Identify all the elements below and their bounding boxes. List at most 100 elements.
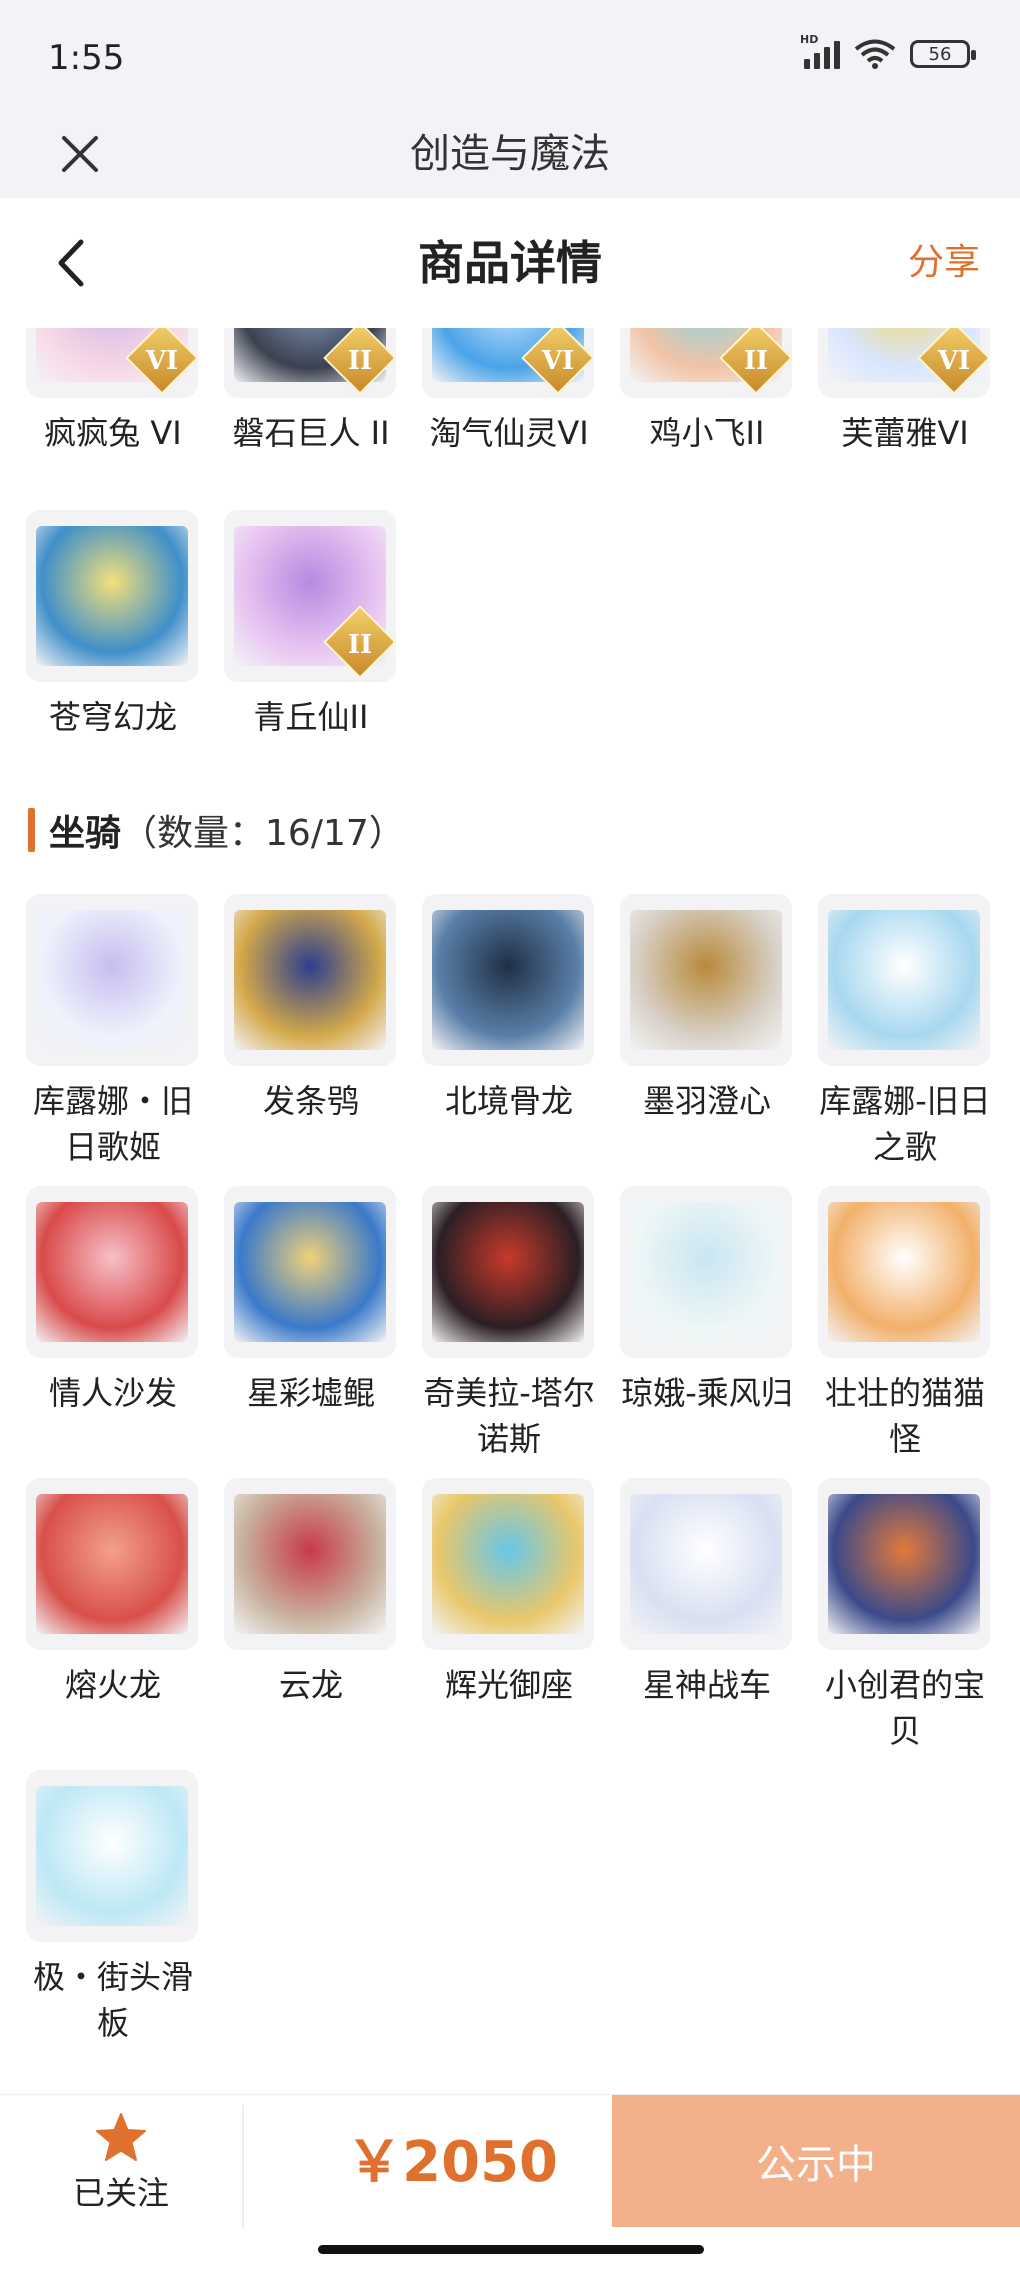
street-skateboard-mount-icon bbox=[26, 1770, 198, 1942]
public-notice-button[interactable]: 公示中 bbox=[612, 2095, 1020, 2227]
kuluna-singer-mount-icon bbox=[26, 894, 198, 1066]
item-artwork bbox=[432, 910, 584, 1050]
item-label: 青丘仙II bbox=[253, 698, 369, 736]
status-time: 1:55 bbox=[48, 38, 125, 78]
item-label: 疯疯兔 VI bbox=[44, 414, 182, 452]
mount-item[interactable]: 星彩墟鲲 bbox=[224, 1186, 398, 1416]
item-label: 磐石巨人 II bbox=[232, 414, 390, 452]
mount-item[interactable]: 情人沙发 bbox=[26, 1186, 200, 1416]
star-chariot-mount-icon bbox=[620, 1478, 792, 1650]
item-artwork bbox=[234, 1202, 386, 1342]
chimera-mount-icon bbox=[422, 1186, 594, 1358]
mount-item[interactable]: 库露娜・旧日歌姬 bbox=[26, 894, 200, 1170]
item-label: 北境骨龙 bbox=[444, 1082, 573, 1120]
rank-badge-label: VI bbox=[145, 345, 179, 376]
rank-badge-label: II bbox=[347, 345, 373, 376]
mount-item[interactable]: 极・街头滑板 bbox=[26, 1770, 200, 2046]
mount-item[interactable]: 发条鸮 bbox=[224, 894, 398, 1124]
blue-spirit-pet-icon: VI bbox=[422, 328, 594, 398]
clockwork-owl-mount-icon bbox=[224, 894, 396, 1066]
item-label: 星彩墟鲲 bbox=[246, 1374, 375, 1412]
pink-rabbit-pet-icon: VI bbox=[26, 328, 198, 398]
mount-item[interactable]: 墨羽澄心 bbox=[620, 894, 794, 1124]
status-icons: HD 56 bbox=[800, 33, 976, 70]
pet-item[interactable]: VI 疯疯兔 VI bbox=[26, 328, 200, 456]
pet-item[interactable]: II 鸡小飞II bbox=[620, 328, 794, 456]
ink-feather-mount-icon bbox=[620, 894, 792, 1066]
pet-item[interactable]: VI 芙蕾雅VI bbox=[818, 328, 992, 456]
item-label: 墨羽澄心 bbox=[642, 1082, 771, 1120]
mount-item[interactable]: 库露娜-旧日之歌 bbox=[818, 894, 992, 1170]
page-header: 商品详情 分享 bbox=[0, 198, 1020, 328]
mount-item[interactable]: 辉光御座 bbox=[422, 1478, 596, 1708]
item-artwork bbox=[828, 1494, 980, 1634]
mount-item[interactable]: 琼娥-乘风归 bbox=[620, 1186, 794, 1416]
wifi-icon bbox=[854, 39, 896, 69]
mount-item[interactable]: 壮壮的猫猫怪 bbox=[818, 1186, 992, 1462]
item-label: 苍穹幻龙 bbox=[48, 698, 177, 736]
rank-badge-label: VI bbox=[541, 345, 575, 376]
item-label: 云龙 bbox=[278, 1666, 343, 1704]
item-artwork bbox=[234, 910, 386, 1050]
product-detail-content[interactable]: VI 疯疯兔 VI II 磐石巨人 II VI 淘气仙灵VI II 鸡小飞II VI 芙蕾雅VI 苍… bbox=[0, 328, 1020, 2088]
rank-badge-icon: II bbox=[323, 328, 396, 395]
item-label: 壮壮的猫猫怪 bbox=[824, 1374, 985, 1458]
mount-item[interactable]: 云龙 bbox=[224, 1478, 398, 1708]
follow-label: 已关注 bbox=[72, 2174, 169, 2212]
item-artwork bbox=[432, 1494, 584, 1634]
cat-monster-mount-icon bbox=[818, 1186, 990, 1358]
share-button[interactable]: 分享 bbox=[908, 198, 980, 328]
pet-item[interactable]: VI 淘气仙灵VI bbox=[422, 328, 596, 456]
freya-pet-icon: VI bbox=[818, 328, 990, 398]
price-label: ￥2050 bbox=[346, 2130, 558, 2195]
mount-item[interactable]: 小创君的宝贝 bbox=[818, 1478, 992, 1754]
rank-badge-icon: II bbox=[719, 328, 792, 395]
item-label: 淘气仙灵VI bbox=[429, 414, 589, 452]
network-type-label: HD bbox=[800, 33, 819, 46]
item-label: 辉光御座 bbox=[444, 1666, 573, 1704]
battery-icon: 56 bbox=[910, 40, 976, 68]
item-artwork bbox=[432, 1202, 584, 1342]
item-label: 熔火龙 bbox=[64, 1666, 161, 1704]
lover-sofa-mount-icon bbox=[26, 1186, 198, 1358]
item-artwork bbox=[828, 1202, 980, 1342]
kuluna-song-mount-icon bbox=[818, 894, 990, 1066]
item-label: 库露娜-旧日之歌 bbox=[819, 1082, 991, 1166]
item-label: 库露娜・旧日歌姬 bbox=[32, 1082, 193, 1166]
sky-dragon-pet-icon bbox=[26, 510, 198, 682]
follow-button[interactable]: 已关注 bbox=[0, 2095, 242, 2231]
rank-badge-icon: VI bbox=[521, 328, 594, 395]
item-artwork bbox=[36, 1202, 188, 1342]
rank-badge-icon: VI bbox=[125, 328, 198, 395]
phoenix-bird-mount-icon bbox=[818, 1478, 990, 1650]
section-title: 坐骑 bbox=[49, 813, 122, 854]
item-artwork bbox=[36, 1494, 188, 1634]
mount-item[interactable]: 奇美拉-塔尔诺斯 bbox=[422, 1186, 596, 1462]
mount-item[interactable]: 星神战车 bbox=[620, 1478, 794, 1708]
star-whale-mount-icon bbox=[224, 1186, 396, 1358]
fox-fairy-pet-icon: II bbox=[224, 510, 396, 682]
home-indicator[interactable] bbox=[318, 2245, 704, 2254]
item-label: 小创君的宝贝 bbox=[824, 1666, 985, 1750]
mounts-section-header: 坐骑 （数量：16/17） bbox=[28, 806, 405, 854]
pet-item[interactable]: 苍穹幻龙 bbox=[26, 510, 200, 740]
item-label: 琼娥-乘风归 bbox=[621, 1374, 793, 1412]
item-label: 发条鸮 bbox=[262, 1082, 359, 1120]
rank-badge-label: VI bbox=[937, 345, 971, 376]
lava-dragon-mount-icon bbox=[26, 1478, 198, 1650]
item-artwork bbox=[36, 526, 188, 666]
item-artwork bbox=[36, 910, 188, 1050]
cloud-dragon-mount-icon bbox=[224, 1478, 396, 1650]
mount-item[interactable]: 熔火龙 bbox=[26, 1478, 200, 1708]
bone-dragon-mount-icon bbox=[422, 894, 594, 1066]
item-artwork bbox=[630, 1202, 782, 1342]
system-status-bar: 1:55 HD 56 bbox=[0, 0, 1020, 110]
mount-item[interactable]: 北境骨龙 bbox=[422, 894, 596, 1124]
pet-item[interactable]: II 青丘仙II bbox=[224, 510, 398, 740]
app-title: 创造与魔法 bbox=[410, 131, 610, 177]
qiong-e-mount-icon bbox=[620, 1186, 792, 1358]
signal-icon: HD bbox=[800, 33, 840, 69]
section-accent-bar bbox=[28, 808, 35, 852]
item-artwork bbox=[234, 1494, 386, 1634]
pet-item[interactable]: II 磐石巨人 II bbox=[224, 328, 398, 456]
